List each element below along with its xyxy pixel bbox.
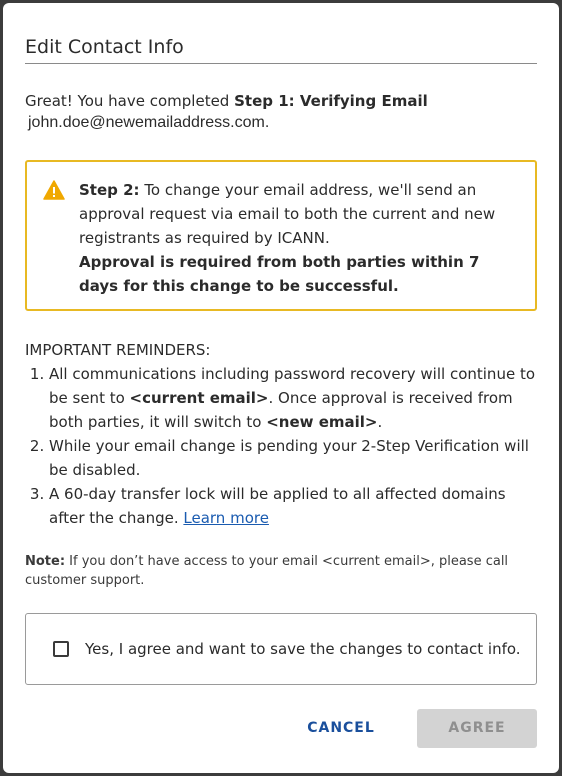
reminder-3-text: A 60-day transfer lock will be applied t… (49, 485, 506, 527)
learn-more-link[interactable]: Learn more (183, 509, 269, 527)
reminder-1-new-email: <new email> (266, 413, 378, 431)
reminders-list: All communications including password re… (25, 362, 545, 530)
cancel-button[interactable]: CANCEL (299, 709, 383, 747)
new-email-line: john.doe@newemailaddress.com. (25, 112, 525, 134)
warning-triangle-icon (43, 180, 65, 200)
intro-text: Great! You have completed Step 1: Verify… (25, 90, 525, 134)
agree-checkbox-label[interactable]: Yes, I agree and want to save the change… (85, 638, 521, 660)
agreement-box: Yes, I agree and want to save the change… (25, 613, 537, 685)
note-text: If you don’t have access to your email <… (25, 554, 509, 588)
support-note: Note: If you don’t have access to your e… (25, 552, 525, 590)
new-email: john.doe@newemailaddress.com (28, 114, 265, 131)
agree-checkbox[interactable] (53, 641, 69, 657)
note-label: Note: (25, 554, 66, 569)
intro-suffix: . (264, 114, 270, 131)
warning-approval-requirement: Approval is required from both parties w… (79, 253, 480, 295)
warning-description: To change your email address, we'll send… (79, 181, 496, 247)
reminder-item-transfer-lock: A 60-day transfer lock will be applied t… (49, 482, 545, 530)
reminder-1-text-c: . (377, 413, 383, 431)
reminder-item-2step: While your email change is pending your … (49, 434, 545, 482)
reminder-1-current-email: <current email> (129, 389, 269, 407)
intro-prefix: Great! You have completed (25, 92, 235, 110)
edit-contact-dialog: Edit Contact Info Great! You have comple… (3, 3, 559, 773)
important-reminders: IMPORTANT REMINDERS: All communications … (25, 338, 545, 530)
agree-button[interactable]: AGREE (417, 709, 537, 748)
intro-step-label: Step 1: Verifying Email (234, 92, 428, 110)
dialog-title: Edit Contact Info (25, 36, 184, 58)
warning-step-label: Step 2: (79, 181, 140, 199)
title-divider (25, 63, 537, 64)
reminders-heading: IMPORTANT REMINDERS: (25, 341, 211, 359)
warning-text: Step 2: To change your email address, we… (79, 178, 519, 298)
reminder-item-communications: All communications including password re… (49, 362, 545, 434)
approval-warning-box: Step 2: To change your email address, we… (25, 160, 537, 311)
